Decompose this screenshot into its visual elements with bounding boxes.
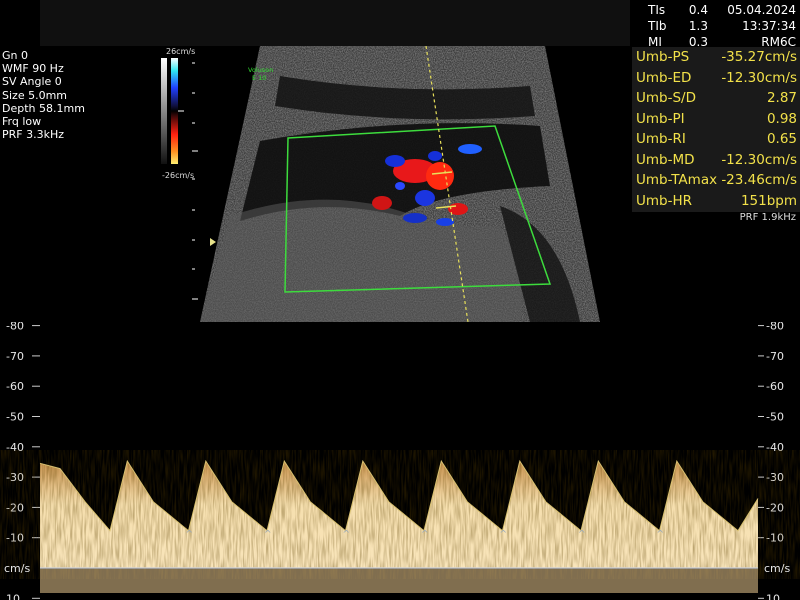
velocity-tick-label: 10: [6, 592, 20, 600]
ed-caret-marker: ^: [657, 530, 665, 540]
brand-line-2: E 10: [252, 74, 266, 82]
ed-caret-marker: ^: [343, 530, 351, 540]
b-mode-image: Voluson E 10: [200, 46, 600, 322]
velocity-tick-label: -30: [766, 471, 784, 484]
velocity-tick-label: -50: [6, 411, 24, 424]
meas-row-md: Umb-MD -12.30cm/s: [636, 151, 797, 168]
safety-indices: TIs 0.4 TIb 1.3 MI 0.3: [648, 2, 708, 50]
param-prf: PRF 3.3kHz: [2, 128, 65, 142]
measurements-panel: Umb-PS -35.27cm/s Umb-ED -12.30cm/s Umb-S/…: [632, 47, 800, 212]
velocity-tick-label: -10: [6, 532, 24, 545]
velocity-tick-label: -50: [766, 411, 784, 424]
velocity-tick-label: -80: [6, 322, 24, 333]
exam-date: 05.04.2024: [727, 3, 796, 17]
velocity-tick-label: -60: [766, 380, 784, 393]
velocity-tick-label: -20: [6, 501, 24, 514]
meas-row-ri: Umb-RI 0.65: [636, 131, 797, 147]
velocity-tick-label: -30: [6, 471, 24, 484]
velocity-tick-label: -80: [766, 322, 784, 333]
brand-line-1: Voluson: [248, 66, 273, 74]
velocity-tick-label: -40: [766, 441, 784, 454]
doppler-prf: PRF 1.9kHz: [739, 212, 796, 223]
param-wmf: WMF 90 Hz: [2, 62, 64, 76]
ed-caret-marker: ^: [264, 530, 272, 540]
reverse-flow-band: [40, 569, 758, 593]
spectral-doppler: -80 -70 -60 -50 -40 -30 -20 -10 10 -80 -70 -60 -50 -…: [0, 322, 800, 600]
acquisition-params: Gn 0 WMF 90 Hz SV Angle 0 Size 5.0mm Dep…: [2, 49, 85, 141]
meas-row-hr: Umb-HR 151bpm: [636, 192, 797, 209]
param-sv-angle: SV Angle 0: [2, 75, 62, 89]
ed-caret-marker: ^: [186, 530, 194, 540]
ed-caret-marker: ^: [578, 530, 586, 540]
header-panel: [40, 0, 630, 46]
meas-row-sd: Umb-S/D 2.87: [636, 90, 797, 106]
param-gain: Gn 0: [2, 49, 28, 62]
meas-row-ed: Umb-ED -12.30cm/s: [636, 69, 797, 86]
meas-row-pi: Umb-PI 0.98: [636, 110, 797, 127]
velocity-tick-label: -70: [766, 350, 784, 363]
date-time-block: 05.04.2024 13:37:34 RM6C: [716, 2, 796, 50]
safety-row-tib: TIb 1.3: [648, 19, 708, 33]
unit-label-left: cm/s: [4, 562, 30, 575]
param-frequency: Frq low: [2, 115, 42, 129]
velocity-tick-label: -10: [766, 532, 784, 545]
meas-row-ps: Umb-PS -35.27cm/s: [636, 49, 797, 65]
meas-row-tamax: Umb-TAmax -23.46cm/s: [636, 172, 797, 188]
velocity-tick-label: -60: [6, 380, 24, 393]
ed-caret-marker: ^: [500, 530, 508, 540]
velocity-tick-label: 10: [766, 592, 780, 600]
ed-caret-marker: ^: [421, 530, 429, 540]
velocity-tick-label: -20: [766, 501, 784, 514]
velocity-tick-label: -70: [6, 350, 24, 363]
velocity-tick-label: -40: [6, 441, 24, 454]
param-size: Size 5.0mm: [2, 88, 68, 102]
safety-row-tis: TIs 0.4: [648, 3, 708, 17]
exam-time: 13:37:34: [742, 19, 796, 33]
unit-label-right: cm/s: [764, 562, 790, 575]
param-depth: Depth 58.1mm: [2, 101, 85, 115]
